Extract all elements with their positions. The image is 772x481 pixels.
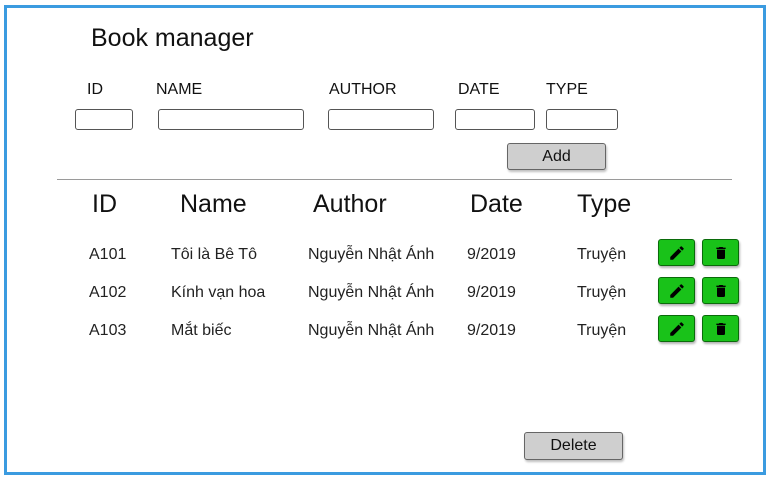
table-row: A101 Tôi là Bê Tô Nguyễn Nhật Ánh 9/2019… [0, 239, 772, 271]
delete-row-button[interactable] [702, 239, 739, 266]
trash-icon [715, 322, 726, 335]
cell-type: Truyện [577, 246, 627, 263]
date-label: DATE [458, 81, 500, 98]
header-date: Date [470, 190, 523, 218]
cell-name: Kính vạn hoa [171, 284, 266, 301]
delete-button[interactable]: Delete [524, 432, 623, 460]
pencil-icon [669, 283, 684, 298]
edit-button[interactable] [658, 277, 695, 304]
delete-row-button[interactable] [702, 277, 739, 304]
header-type: Type [577, 190, 632, 218]
cell-type: Truyện [577, 284, 627, 301]
edit-button[interactable] [658, 239, 695, 266]
type-input[interactable] [546, 109, 618, 130]
header-id: ID [92, 190, 117, 218]
header-author: Author [313, 190, 387, 218]
cell-author: Nguyễn Nhật Ánh [308, 322, 435, 339]
cell-id: A103 [89, 322, 127, 339]
cell-id: A101 [89, 246, 127, 263]
cell-date: 9/2019 [467, 322, 516, 339]
divider [57, 179, 732, 180]
date-input[interactable] [455, 109, 535, 130]
trash-icon [715, 246, 726, 259]
author-label: AUTHOR [329, 81, 397, 98]
cell-name: Tôi là Bê Tô [171, 246, 257, 263]
cell-date: 9/2019 [467, 284, 516, 301]
cell-date: 9/2019 [467, 246, 516, 263]
table-row: A102 Kính vạn hoa Nguyễn Nhật Ánh 9/2019… [0, 277, 772, 309]
trash-icon [715, 284, 726, 297]
pencil-icon [669, 321, 684, 336]
type-label: TYPE [546, 81, 588, 98]
cell-author: Nguyễn Nhật Ánh [308, 246, 435, 263]
cell-id: A102 [89, 284, 127, 301]
name-label: NAME [156, 81, 203, 98]
id-input[interactable] [75, 109, 133, 130]
name-input[interactable] [158, 109, 304, 130]
author-input[interactable] [328, 109, 434, 130]
pencil-icon [669, 245, 684, 260]
page-title: Book manager [91, 24, 254, 52]
table-row: A103 Mắt biếc Nguyễn Nhật Ánh 9/2019 Tru… [0, 315, 772, 347]
id-label: ID [87, 81, 103, 98]
edit-button[interactable] [658, 315, 695, 342]
cell-type: Truyện [577, 322, 627, 339]
delete-row-button[interactable] [702, 315, 739, 342]
header-name: Name [180, 190, 247, 218]
add-button[interactable]: Add [507, 143, 606, 170]
cell-author: Nguyễn Nhật Ánh [308, 284, 435, 301]
cell-name: Mắt biếc [171, 322, 232, 339]
